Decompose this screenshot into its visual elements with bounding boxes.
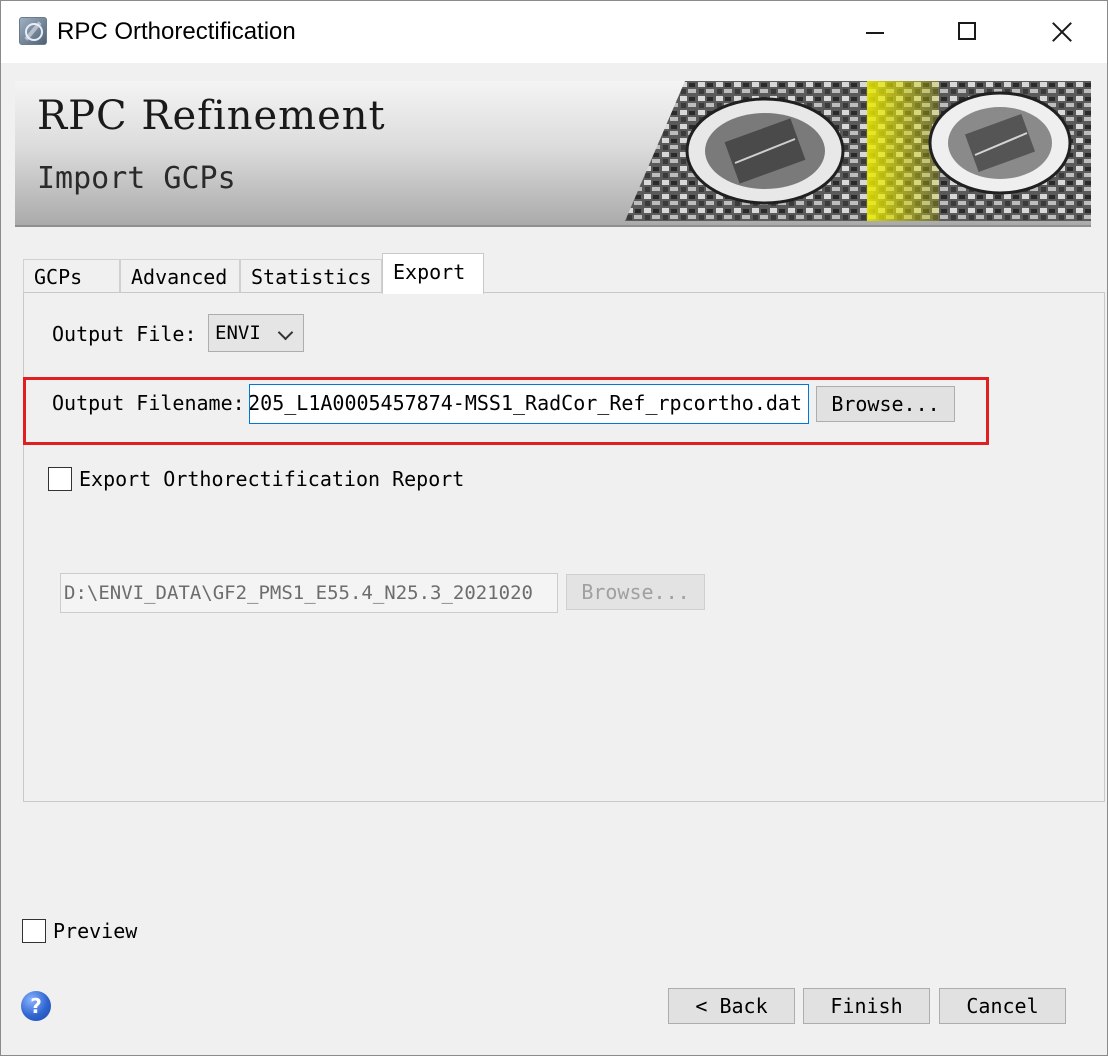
title-bar: RPC Orthorectification: [1, 1, 1107, 63]
output-file-format-value: ENVI: [215, 322, 261, 344]
export-tab-panel: [23, 292, 1105, 802]
output-filename-input[interactable]: 205_L1A0005457874-MSS1_RadCor_Ref_rpcort…: [249, 384, 809, 424]
window-title: RPC Orthorectification: [57, 18, 296, 45]
close-button[interactable]: [1013, 1, 1105, 63]
export-report-checkbox[interactable]: [48, 467, 72, 491]
stadium-aerial-image: [625, 81, 1091, 221]
tab-advanced[interactable]: Advanced: [120, 259, 240, 293]
banner-title: RPC Refinement: [37, 93, 386, 139]
tab-gcps[interactable]: GCPs: [23, 259, 120, 293]
output-filename-value: 205_L1A0005457874-MSS1_RadCor_Ref_rpcort…: [249, 391, 802, 415]
tab-export[interactable]: Export: [382, 253, 484, 294]
output-file-label: Output File:: [52, 322, 197, 346]
browse-output-button[interactable]: Browse...: [816, 386, 955, 422]
chevron-down-icon: [277, 324, 294, 341]
wizard-banner: RPC Refinement Import GCPs: [15, 81, 1091, 227]
minimize-button[interactable]: [829, 1, 921, 63]
help-icon[interactable]: ?: [21, 991, 51, 1021]
finish-button[interactable]: Finish: [803, 988, 930, 1024]
output-file-format-dropdown[interactable]: ENVI: [208, 314, 304, 352]
output-filename-label: Output Filename:: [52, 391, 245, 415]
envi-app-icon: [19, 17, 47, 45]
export-report-label: Export Orthorectification Report: [79, 467, 465, 491]
preview-checkbox[interactable]: [22, 919, 46, 943]
rpc-orthorectification-dialog: RPC Orthorectification RPC Refinement Im…: [0, 0, 1108, 1056]
export-panel-body: [30, 293, 1104, 801]
back-button[interactable]: < Back: [668, 988, 795, 1024]
banner-subtitle: Import GCPs: [37, 161, 236, 196]
cancel-button[interactable]: Cancel: [939, 988, 1066, 1024]
preview-label: Preview: [53, 919, 138, 943]
maximize-button[interactable]: [921, 1, 1013, 63]
report-path-input: D:\ENVI_DATA\GF2_PMS1_E55.4_N25.3_202102…: [60, 573, 558, 613]
tab-statistics[interactable]: Statistics: [240, 259, 382, 293]
browse-report-button: Browse...: [566, 574, 705, 610]
